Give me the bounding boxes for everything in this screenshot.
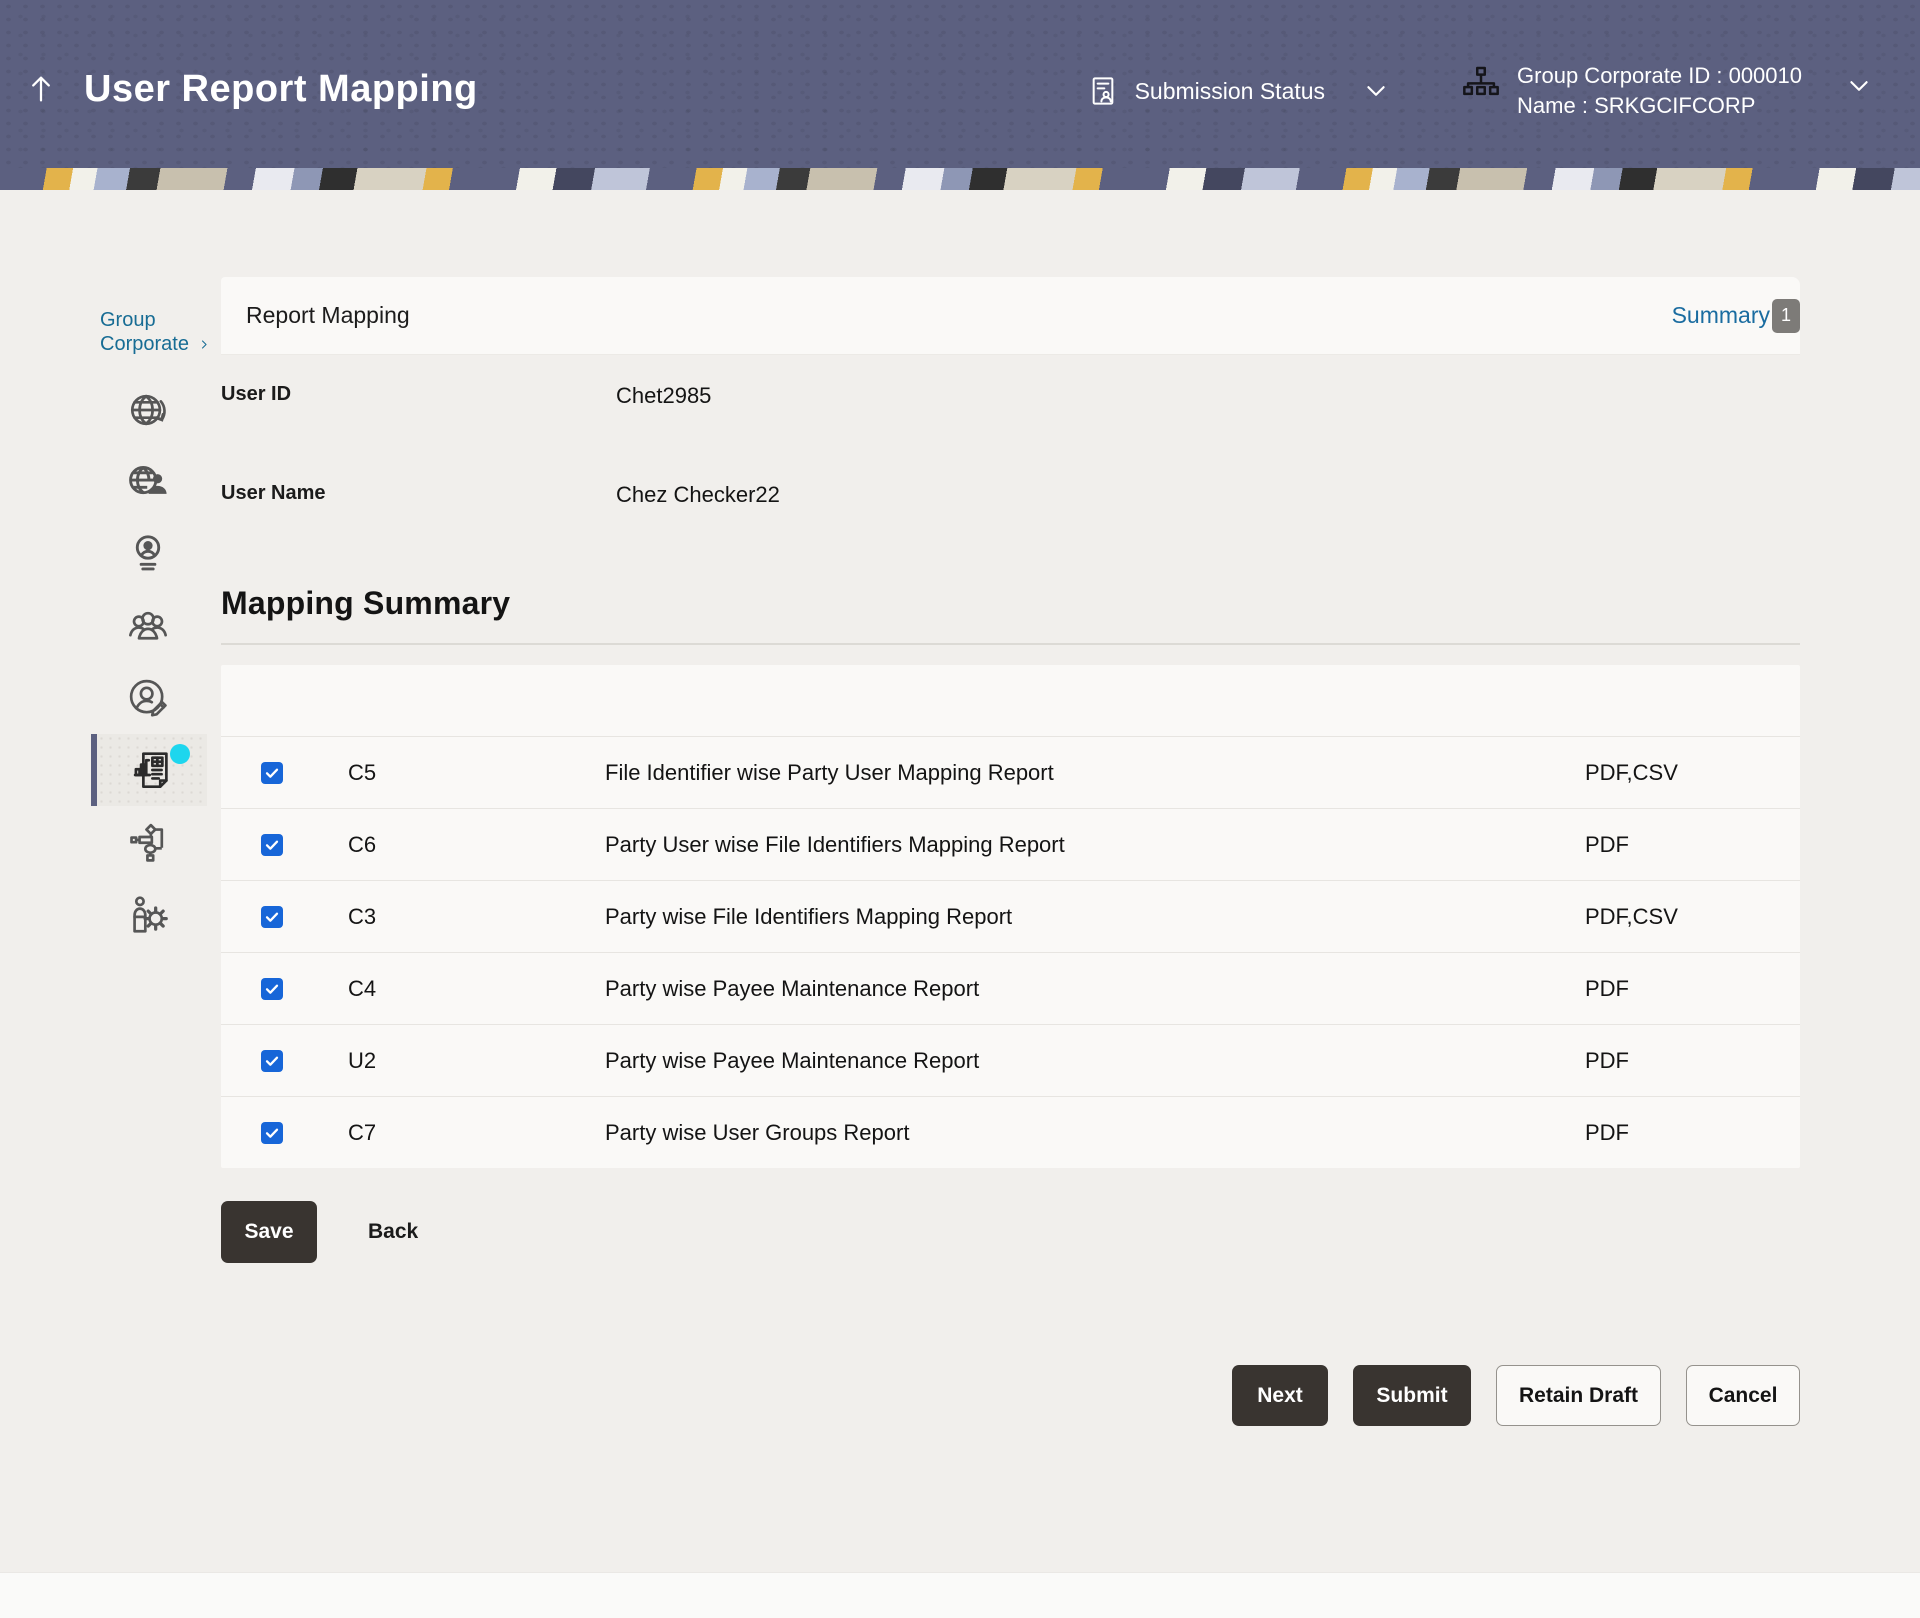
next-button[interactable]: Next <box>1232 1365 1328 1426</box>
report-name: Party wise File Identifiers Mapping Repo… <box>605 904 1585 930</box>
sidebar-nav-list <box>0 374 221 950</box>
check-icon <box>264 765 280 781</box>
report-checkbox[interactable] <box>261 762 283 784</box>
report-row: C3 Party wise File Identifiers Mapping R… <box>221 880 1800 952</box>
report-code: U2 <box>348 1048 605 1074</box>
report-code: C7 <box>348 1120 605 1146</box>
report-row: C7 Party wise User Groups Report PDF <box>221 1096 1800 1168</box>
table-header-spacer <box>221 665 1800 736</box>
user-id-value: Chet2985 <box>616 383 711 409</box>
back-button[interactable]: Back <box>368 1220 418 1244</box>
check-icon <box>264 909 280 925</box>
sidebar-item-user-groups[interactable] <box>83 590 213 662</box>
users-group-icon <box>125 603 171 649</box>
save-button[interactable]: Save <box>221 1201 317 1263</box>
summary-link-label: Summary <box>1672 302 1770 329</box>
page-footer <box>0 1572 1920 1618</box>
user-edit-icon <box>125 675 171 721</box>
sidebar-item-user-details[interactable] <box>83 518 213 590</box>
report-checkbox[interactable] <box>261 834 283 856</box>
sidebar: Group Corporate <box>0 190 221 1618</box>
report-format: PDF <box>1585 1048 1800 1074</box>
user-id-row: User ID Chet2985 <box>221 383 1421 409</box>
report-mapping-icon <box>129 747 175 793</box>
report-format: PDF,CSV <box>1585 760 1800 786</box>
summary-count-badge: 1 <box>1772 299 1800 333</box>
check-icon <box>264 1125 280 1141</box>
report-checkbox[interactable] <box>261 1122 283 1144</box>
report-code: C6 <box>348 832 605 858</box>
globe-refresh-icon <box>125 387 171 433</box>
mapping-table-body: C5 File Identifier wise Party User Mappi… <box>221 736 1800 1168</box>
submit-button[interactable]: Submit <box>1353 1365 1471 1426</box>
report-checkbox[interactable] <box>261 906 283 928</box>
check-icon <box>264 1053 280 1069</box>
sidebar-group-corporate-link[interactable]: Group Corporate <box>100 308 210 356</box>
globe-user-icon <box>125 459 171 505</box>
report-code: C5 <box>348 760 605 786</box>
report-name: Party User wise File Identifiers Mapping… <box>605 832 1585 858</box>
user-name-label: User Name <box>221 482 616 508</box>
report-mapping-card-header: Report Mapping Summary 1 <box>221 277 1800 355</box>
mapping-summary-heading: Mapping Summary <box>221 585 510 622</box>
user-card-icon <box>125 531 171 577</box>
section-divider <box>221 643 1800 645</box>
user-gear-icon <box>125 891 171 937</box>
group-corporate-label: Group Corporate <box>100 308 193 356</box>
report-name: Party wise User Groups Report <box>605 1120 1585 1146</box>
user-name-value: Chez Checker22 <box>616 482 780 508</box>
sidebar-item-user-roles-configuration[interactable] <box>83 878 213 950</box>
check-icon <box>264 981 280 997</box>
chevron-right-icon <box>199 336 210 353</box>
report-format: PDF <box>1585 976 1800 1002</box>
main-content: Report Mapping Summary 1 User ID Chet298… <box>221 0 1800 1618</box>
report-name: Party wise Payee Maintenance Report <box>605 1048 1585 1074</box>
notification-dot <box>170 744 190 764</box>
cancel-button[interactable]: Cancel <box>1686 1365 1800 1426</box>
card-title: Report Mapping <box>246 302 410 329</box>
mapping-table: C5 File Identifier wise Party User Mappi… <box>221 665 1800 1168</box>
user-name-row: User Name Chez Checker22 <box>221 482 1421 508</box>
report-name: Party wise Payee Maintenance Report <box>605 976 1585 1002</box>
report-format: PDF,CSV <box>1585 904 1800 930</box>
report-row: U2 Party wise Payee Maintenance Report P… <box>221 1024 1800 1096</box>
report-row: C5 File Identifier wise Party User Mappi… <box>221 736 1800 808</box>
user-id-label: User ID <box>221 383 616 409</box>
report-code: C4 <box>348 976 605 1002</box>
sidebar-item-workflow-management[interactable] <box>83 806 213 878</box>
sidebar-item-user-report-mapping[interactable] <box>91 734 207 806</box>
sidebar-item-global-user[interactable] <box>83 446 213 518</box>
report-code: C3 <box>348 904 605 930</box>
report-row: C4 Party wise Payee Maintenance Report P… <box>221 952 1800 1024</box>
retain-draft-button[interactable]: Retain Draft <box>1496 1365 1661 1426</box>
up-arrow-icon[interactable] <box>24 72 58 106</box>
report-format: PDF <box>1585 832 1800 858</box>
sidebar-item-global-settings[interactable] <box>83 374 213 446</box>
report-checkbox[interactable] <box>261 978 283 1000</box>
save-row: Save Back <box>221 1201 418 1263</box>
sidebar-item-user-profile-edit[interactable] <box>83 662 213 734</box>
chevron-down-icon <box>1846 73 1872 99</box>
check-icon <box>264 837 280 853</box>
report-row: C6 Party User wise File Identifiers Mapp… <box>221 808 1800 880</box>
workflow-icon <box>125 819 171 865</box>
report-checkbox[interactable] <box>261 1050 283 1072</box>
footer-actions: Next Submit Retain Draft Cancel <box>1232 1365 1800 1426</box>
report-format: PDF <box>1585 1120 1800 1146</box>
summary-link[interactable]: Summary 1 <box>1672 277 1800 354</box>
report-name: File Identifier wise Party User Mapping … <box>605 760 1585 786</box>
